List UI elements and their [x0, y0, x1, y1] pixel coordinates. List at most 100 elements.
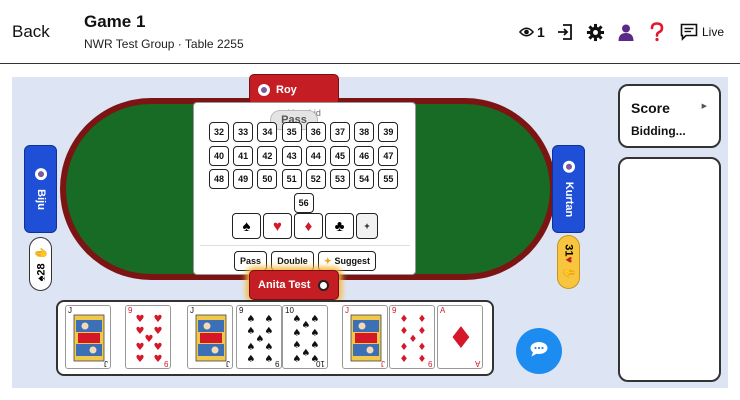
playing-card[interactable]: ♠ ♠ ♠ ♠ ♠ ♠ ♠ ♠ ♠ 9 9 [236, 305, 282, 369]
playing-card[interactable]: ♦ ♦ ♦ ♦ ♦ ♦ ♦ ♦ ♦ 9 9 [389, 305, 435, 369]
bid-button-55[interactable]: 55 [378, 169, 399, 189]
bid-button-46[interactable]: 46 [354, 145, 375, 166]
exit-icon[interactable] [556, 20, 574, 44]
svg-text:♠: ♠ [247, 354, 256, 365]
bid-button-45[interactable]: 45 [330, 145, 350, 166]
bid-button-54[interactable]: 54 [354, 169, 375, 189]
bid-badge-west-content: ♠28 ✋ [34, 247, 47, 282]
bid-button-44[interactable]: 44 [305, 145, 326, 166]
card-rank-bottom: 9 [427, 359, 432, 368]
no-trump-button[interactable]: + [356, 213, 378, 239]
bid-button-34[interactable]: 34 [257, 122, 278, 142]
back-button[interactable]: Back [12, 22, 50, 42]
bid-button-53[interactable]: 53 [330, 169, 350, 189]
bid-button-49[interactable]: 49 [233, 169, 254, 189]
bid-button-40[interactable]: 40 [209, 145, 229, 166]
bid-button-47[interactable]: 47 [378, 145, 399, 166]
score-panel[interactable]: Score ▶ Bidding... [618, 84, 721, 148]
player-seat-south[interactable]: Anita Test [249, 270, 339, 300]
bid-button-42[interactable]: 42 [257, 145, 278, 166]
suit-clubs-button[interactable]: ♣ [325, 213, 354, 239]
bid-button-56[interactable]: 56 [293, 193, 314, 213]
playing-card[interactable]: JJ [65, 305, 111, 369]
card-rank-bottom: A [474, 359, 480, 368]
svg-text:♠: ♠ [256, 334, 265, 345]
suit-spades-button[interactable]: ♠ [232, 213, 261, 239]
avatar [258, 84, 270, 96]
double-button[interactable]: Double [271, 251, 314, 271]
playing-card[interactable]: JJ [187, 305, 233, 369]
chat-bubble-button[interactable] [516, 328, 562, 374]
card-rank-bottom: J [104, 359, 108, 368]
svg-text:♦: ♦ [448, 321, 475, 356]
svg-text:♠: ♠ [265, 354, 274, 365]
suit-diamonds-button[interactable]: ♦ [294, 213, 323, 239]
bid-value-east: 31 [562, 244, 574, 257]
card-rank: J [190, 306, 194, 315]
bid-button-33[interactable]: 33 [233, 122, 254, 142]
viewers-count: 1 [537, 24, 545, 40]
user-icon[interactable] [617, 20, 635, 44]
bid-button-32[interactable]: 32 [209, 122, 229, 142]
bid-button-43[interactable]: 43 [281, 145, 302, 166]
page-subtitle: NWR Test Group · Table 2255 [84, 37, 244, 51]
chat-toggle[interactable]: Live [680, 20, 724, 44]
svg-text:♠: ♠ [293, 354, 302, 365]
player-seat-east[interactable]: Kurtan [552, 145, 585, 233]
svg-text:♠: ♠ [311, 340, 320, 351]
suit-diamonds-label: ♦ [304, 217, 313, 235]
bid-button-41[interactable]: 41 [233, 145, 254, 166]
expand-arrow-icon[interactable]: ▶ [702, 102, 707, 110]
side-panel [618, 157, 721, 382]
svg-text:♠: ♠ [302, 320, 311, 331]
suit-hearts-label: ♥ [273, 217, 282, 235]
eye-icon [519, 26, 534, 38]
bid-button-38[interactable]: 38 [354, 122, 375, 142]
svg-text:♦: ♦ [409, 334, 418, 345]
svg-text:♥: ♥ [154, 342, 163, 353]
help-icon[interactable] [649, 20, 665, 44]
bid-button-39[interactable]: 39 [378, 122, 399, 142]
bid-value-west: 28 [35, 263, 47, 276]
player-seat-west[interactable]: Biju [24, 145, 57, 233]
bid-button-52[interactable]: 52 [305, 169, 326, 189]
bid-button-51[interactable]: 51 [281, 169, 302, 189]
bid-button-36[interactable]: 36 [305, 122, 326, 142]
hand-point-icon: ✋ [35, 246, 47, 261]
panel-divider [200, 245, 410, 246]
chat-bubble-icon [529, 341, 549, 362]
playing-card[interactable]: ♦ A A [437, 305, 483, 369]
svg-text:♠: ♠ [265, 342, 274, 353]
svg-text:♥: ♥ [154, 326, 163, 337]
card-rank-bottom: 9 [163, 359, 168, 368]
card-rank: 9 [239, 306, 244, 315]
bid-button-50[interactable]: 50 [257, 169, 278, 189]
player-name-south: Anita Test [258, 279, 311, 291]
playing-card[interactable]: ♠ ♠ ♠ ♠ ♠ ♠ ♠ ♠ ♠ ♠ 10 10 [282, 305, 328, 369]
hand-point-icon: ✋ [562, 266, 574, 280]
avatar [562, 160, 575, 173]
bid-button-37[interactable]: 37 [330, 122, 350, 142]
svg-text:♦: ♦ [400, 354, 409, 365]
card-rank-bottom: 10 [316, 359, 325, 368]
suggest-button[interactable]: ✦ Suggest [318, 251, 376, 271]
pass-button[interactable]: Pass [234, 251, 267, 271]
svg-text:♠: ♠ [311, 314, 320, 325]
suggest-label: Suggest [334, 256, 371, 266]
card-rank: A [440, 306, 446, 315]
chat-icon [680, 23, 698, 41]
svg-text:♠: ♠ [247, 342, 256, 353]
suit-clubs-label: ♣ [334, 217, 345, 235]
bid-button-35[interactable]: 35 [281, 122, 302, 142]
suit-hearts-button[interactable]: ♥ [263, 213, 292, 239]
svg-text:♠: ♠ [265, 314, 274, 325]
card-rank-bottom: J [226, 359, 230, 368]
playing-card[interactable]: ♥ ♥ ♥ ♥ ♥ ♥ ♥ ♥ ♥ 9 9 [125, 305, 171, 369]
svg-text:♦: ♦ [400, 342, 409, 353]
bid-button-48[interactable]: 48 [209, 169, 229, 189]
svg-text:♥: ♥ [145, 334, 154, 345]
double-label: Double [277, 256, 308, 266]
gear-icon[interactable] [586, 20, 605, 44]
viewers-indicator[interactable]: 1 [519, 20, 545, 44]
playing-card[interactable]: JJ [342, 305, 388, 369]
